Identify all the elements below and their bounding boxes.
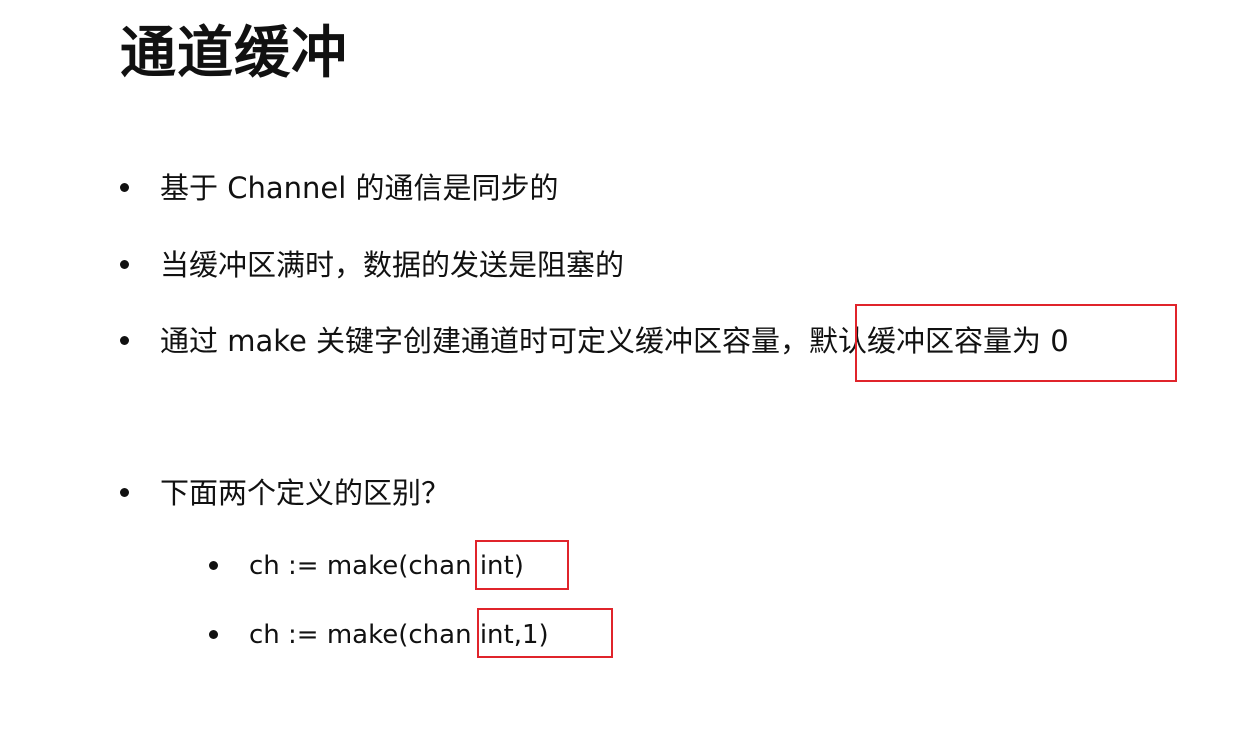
bullet-item: 当缓冲区满时，数据的发送是阻塞的 (120, 240, 820, 290)
bullet-text: 下面两个定义的区别？ (160, 476, 451, 510)
bullet-text: 基于 Channel 的通信是同步的 (160, 171, 559, 205)
bullet-dot-icon (209, 630, 218, 639)
bullet-text: 当缓冲区满时，数据的发送是阻塞的 (160, 248, 625, 282)
bullet-item: 基于 Channel 的通信是同步的 (120, 163, 820, 213)
bullet-dot-icon (120, 336, 129, 345)
bullet-dot-icon (120, 488, 129, 497)
slide: 通道缓冲 基于 Channel 的通信是同步的 当缓冲区满时，数据的发送是阻塞的… (0, 0, 1246, 756)
highlight-box-unbuffered (475, 540, 569, 590)
highlight-box-default-capacity (855, 304, 1177, 382)
bullet-dot-icon (209, 561, 218, 570)
bullet-dot-icon (120, 183, 129, 192)
bullet-dot-icon (120, 260, 129, 269)
slide-title: 通道缓冲 (120, 21, 348, 86)
bullet-item: 下面两个定义的区别？ (120, 468, 820, 518)
highlight-box-buffered (477, 608, 613, 658)
